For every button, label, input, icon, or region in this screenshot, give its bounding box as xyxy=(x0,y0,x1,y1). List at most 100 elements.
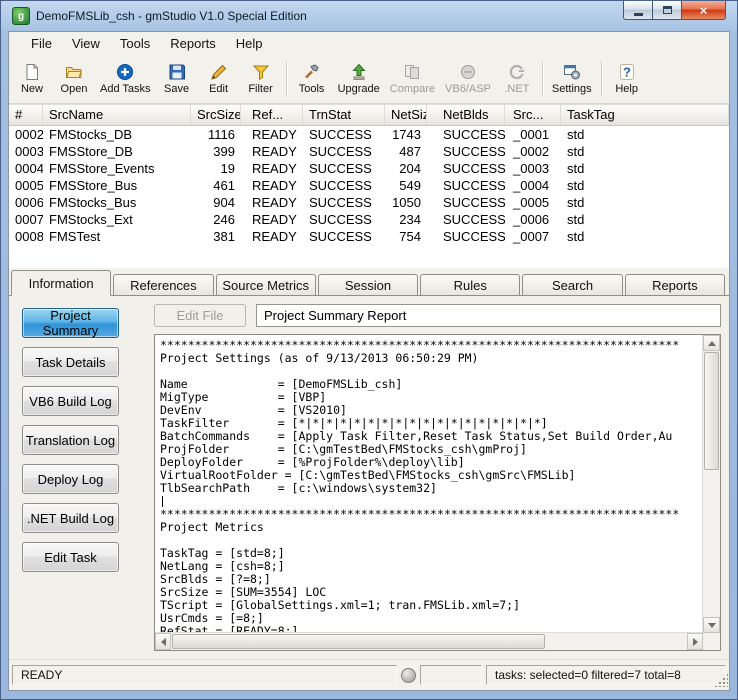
text-caret xyxy=(162,496,163,507)
minimize-button[interactable] xyxy=(623,1,652,20)
toolbar-label: Edit xyxy=(209,83,229,95)
close-button[interactable]: × xyxy=(681,1,726,20)
new-button[interactable]: New xyxy=(11,57,53,101)
tab-source-metrics[interactable]: Source Metrics xyxy=(215,274,316,295)
settings-button[interactable]: Settings xyxy=(547,57,597,101)
scrollbar-corner xyxy=(703,633,720,650)
report-title-field[interactable]: Project Summary Report xyxy=(256,304,721,327)
tab-search[interactable]: Search xyxy=(522,274,623,295)
column-header-tasktag[interactable]: TaskTag xyxy=(561,105,729,125)
table-row[interactable]: 0002 FMStocks_DB 1116 READY SUCCESS 1743 SUCCE… xyxy=(9,126,729,143)
scroll-right-arrow[interactable] xyxy=(687,633,703,650)
cell-trnstat: SUCCESS xyxy=(309,178,372,193)
vb6-asp-button: VB6/ASP xyxy=(440,57,496,101)
horizontal-scroll-thumb[interactable] xyxy=(172,634,545,649)
cell-netblds: SUCCESS xyxy=(443,161,505,176)
column-header-srcname[interactable]: SrcName xyxy=(43,105,191,125)
window-title: DemoFMSLib_csh - gmStudio V1.0 Special E… xyxy=(36,9,307,23)
scroll-down-arrow[interactable] xyxy=(703,617,720,633)
cell-netblds: SUCCESS xyxy=(443,127,505,142)
cell-netsize: 1743 xyxy=(392,127,421,142)
arrow-down-icon xyxy=(707,622,716,628)
task-details-button[interactable]: Task Details xyxy=(22,347,119,377)
compare-button: Compare xyxy=(385,57,440,101)
tools-button[interactable]: Tools xyxy=(291,57,333,101)
menu-reports[interactable]: Reports xyxy=(160,33,226,54)
cell-netsize: 204 xyxy=(399,161,421,176)
column-header-number[interactable]: # xyxy=(9,105,43,125)
table-row[interactable]: 0008 FMSTest 381 READY SUCCESS 754 SUCCESS _000… xyxy=(9,228,729,245)
column-header-srcsize[interactable]: SrcSize xyxy=(191,105,241,125)
horizontal-scrollbar[interactable] xyxy=(155,632,703,650)
column-header-srcblds[interactable]: Src... xyxy=(505,105,561,125)
vb6-build-log-button[interactable]: VB6 Build Log xyxy=(22,386,119,416)
toolbar: New Open Add Tasks Save Edit Filter Tool… xyxy=(9,55,729,104)
toolbar-label: Upgrade xyxy=(337,83,380,95)
toolbar-label: VB6/ASP xyxy=(445,83,491,95)
report-text[interactable]: ****************************************… xyxy=(155,335,703,634)
edit-task-button[interactable]: Edit Task xyxy=(22,542,119,572)
report-text-area[interactable]: ****************************************… xyxy=(154,334,721,651)
app-window: g DemoFMSLib_csh - gmStudio V1.0 Special… xyxy=(0,0,738,700)
table-row[interactable]: 0007 FMStocks_Ext 246 READY SUCCESS 234 SUCCES… xyxy=(9,211,729,228)
vertical-scroll-thumb[interactable] xyxy=(704,352,719,470)
cell-srcname: FMSStore_Bus xyxy=(49,178,138,193)
table-row[interactable]: 0004 FMSStore_Events 19 READY SUCCESS 204 SUCC… xyxy=(9,160,729,177)
vertical-scrollbar[interactable] xyxy=(702,335,720,633)
tab-references[interactable]: References xyxy=(113,274,214,295)
report-sidebar: Project Summary Task Details VB6 Build L… xyxy=(9,296,146,659)
cell-srcblds: _0007 xyxy=(513,229,550,244)
scroll-up-arrow[interactable] xyxy=(703,335,720,351)
tab-rules[interactable]: Rules xyxy=(420,274,521,295)
menubar: File View Tools Reports Help xyxy=(9,32,729,55)
project-summary-button[interactable]: Project Summary xyxy=(22,308,119,338)
open-button[interactable]: Open xyxy=(53,57,95,101)
column-header-netsize[interactable]: NetSize xyxy=(385,105,427,125)
table-row[interactable]: 0006 FMStocks_Bus 904 READY SUCCESS 1050 SUCCE… xyxy=(9,194,729,211)
table-row[interactable]: 0005 FMSStore_Bus 461 READY SUCCESS 549 SUCCES… xyxy=(9,177,729,194)
scroll-left-arrow[interactable] xyxy=(155,633,171,650)
cell-trnstat: SUCCESS xyxy=(309,144,372,159)
minimize-icon xyxy=(633,12,643,16)
column-header-refstat[interactable]: Ref... xyxy=(241,105,303,125)
deploy-log-button[interactable]: Deploy Log xyxy=(22,464,119,494)
menu-file[interactable]: File xyxy=(21,33,62,54)
toolbar-separator xyxy=(285,61,287,97)
maximize-icon xyxy=(662,6,672,14)
cell-srcblds: _0006 xyxy=(513,212,550,227)
progress-cancel-icon[interactable] xyxy=(401,667,416,683)
edit-button[interactable]: Edit xyxy=(198,57,240,101)
cell-netblds: SUCCESS xyxy=(443,144,505,159)
menu-tools[interactable]: Tools xyxy=(110,33,160,54)
new-document-icon xyxy=(23,63,41,81)
menu-view[interactable]: View xyxy=(62,33,110,54)
toolbar-label: .NET xyxy=(504,83,530,95)
cell-tasktag: std xyxy=(567,212,585,227)
table-row[interactable]: 0003 FMSStore_DB 399 READY SUCCESS 487 SUCCESS… xyxy=(9,143,729,160)
cell-trnstat: SUCCESS xyxy=(309,195,372,210)
translation-log-button[interactable]: Translation Log xyxy=(22,425,119,455)
cell-srcname: FMSTest xyxy=(49,229,101,244)
cell-srcsize: 19 xyxy=(220,161,235,176)
report-detail: Edit File Project Summary Report *******… xyxy=(146,296,729,659)
column-header-netblds[interactable]: NetBlds xyxy=(427,105,505,125)
menu-help[interactable]: Help xyxy=(226,33,273,54)
tab-reports[interactable]: Reports xyxy=(624,274,725,295)
upgrade-button[interactable]: Upgrade xyxy=(333,57,385,101)
titlebar[interactable]: g DemoFMSLib_csh - gmStudio V1.0 Special… xyxy=(8,1,730,31)
tab-information[interactable]: Information xyxy=(11,270,112,296)
information-pane: Project Summary Task Details VB6 Build L… xyxy=(9,296,729,659)
cell-srcblds: _0002 xyxy=(513,144,550,159)
dotnet-build-log-button[interactable]: .NET Build Log xyxy=(22,503,119,533)
help-button[interactable]: ? Help xyxy=(606,57,648,101)
cell-srcblds: _0001 xyxy=(513,127,550,142)
cell-netblds: SUCCESS xyxy=(443,178,505,193)
filter-button[interactable]: Filter xyxy=(240,57,282,101)
column-header-trnstat[interactable]: TrnStat xyxy=(303,105,385,125)
cell-number: 0008 xyxy=(15,229,43,244)
add-tasks-button[interactable]: Add Tasks xyxy=(95,57,156,101)
tab-session[interactable]: Session xyxy=(317,274,419,295)
maximize-button[interactable] xyxy=(652,1,681,20)
save-button[interactable]: Save xyxy=(156,57,198,101)
report-header: Edit File Project Summary Report xyxy=(154,304,721,327)
